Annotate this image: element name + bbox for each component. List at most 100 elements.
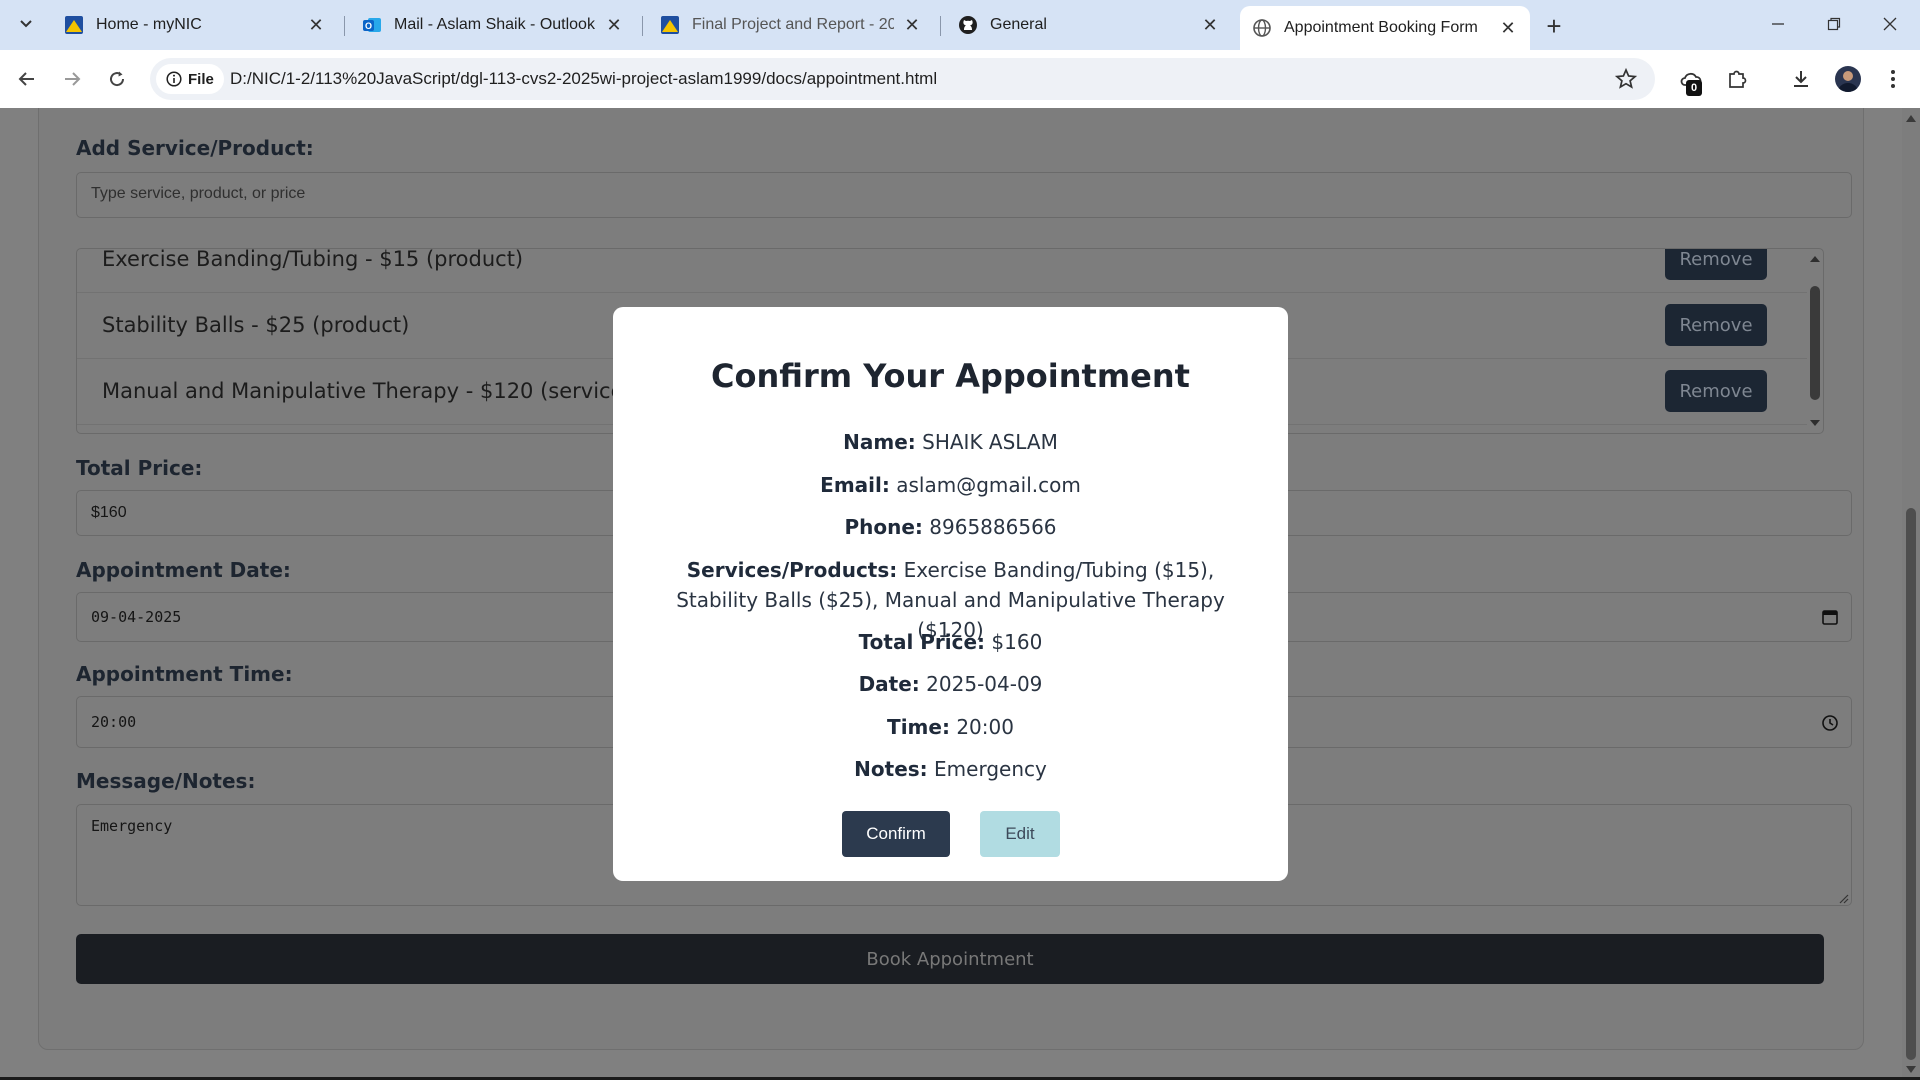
minimize-icon <box>1772 23 1784 25</box>
remove-button[interactable]: Remove <box>1665 304 1767 346</box>
add-service-input[interactable]: Type service, product, or price <box>76 172 1852 218</box>
resize-handle-icon[interactable] <box>1837 891 1849 904</box>
bookmark-star-icon[interactable] <box>1614 67 1638 95</box>
tab-title: Home - myNIC <box>96 16 202 33</box>
modal-title: Confirm Your Appointment <box>711 357 1190 395</box>
close-icon[interactable]: ✕ <box>306 15 326 35</box>
tab-appointment-booking[interactable]: Appointment Booking Form ✕ <box>1240 6 1530 50</box>
modal-phone-line: Phone: 8965886566 <box>643 512 1258 542</box>
close-icon[interactable]: ✕ <box>1498 18 1518 38</box>
outlook-icon: O <box>362 15 382 35</box>
new-tab-button[interactable]: + <box>1538 10 1570 42</box>
edit-button[interactable]: Edit <box>980 811 1060 857</box>
modal-time-line: Time: 20:00 <box>643 712 1258 742</box>
url-text: D:/NIC/1-2/113%20JavaScript/dgl-113-cvs2… <box>230 69 938 88</box>
arrow-right-icon <box>65 72 81 86</box>
add-service-placeholder: Type service, product, or price <box>91 185 306 202</box>
reload-icon <box>110 71 125 87</box>
list-scrollbar[interactable] <box>1806 250 1824 432</box>
field-label: Email: <box>820 473 890 497</box>
clock-icon[interactable] <box>1821 714 1839 732</box>
field-label: Total Price: <box>858 630 986 654</box>
tab-strip: Home - myNIC ✕ O Mail - Aslam Shaik - Ou… <box>0 0 1920 50</box>
address-bar[interactable]: File D:/NIC/1-2/113%20JavaScript/dgl-113… <box>150 58 1655 100</box>
field-value: $160 <box>991 630 1043 654</box>
profile-avatar[interactable] <box>1835 66 1861 92</box>
total-price-label: Total Price: <box>76 456 203 480</box>
field-value: SHAIK ASLAM <box>922 430 1058 454</box>
tab-outlook-mail[interactable]: O Mail - Aslam Shaik - Outlook ✕ <box>350 6 636 44</box>
list-item-text: Manual and Manipulative Therapy - $120 (… <box>102 379 632 403</box>
close-icon[interactable]: ✕ <box>902 15 922 35</box>
tab-title: General <box>990 16 1047 33</box>
close-icon <box>1883 17 1897 31</box>
forward-button[interactable] <box>55 62 89 96</box>
confirm-button[interactable]: Confirm <box>842 811 950 857</box>
mynic-icon <box>660 15 680 35</box>
tab-title: Appointment Booking Form <box>1284 19 1478 36</box>
svg-text:O: O <box>365 21 372 31</box>
field-label: Date: <box>858 672 920 696</box>
notes-value: Emergency <box>91 817 173 835</box>
notes-label: Message/Notes: <box>76 769 256 793</box>
minimize-button[interactable] <box>1750 0 1806 48</box>
modal-notes-line: Notes: Emergency <box>643 754 1258 784</box>
time-value: 20:00 <box>91 713 137 731</box>
modal-date-line: Date: 2025-04-09 <box>643 669 1258 699</box>
site-chip-label: File <box>188 70 214 88</box>
browser-menu-button[interactable] <box>1878 64 1908 94</box>
extensions-button[interactable] <box>1722 64 1752 94</box>
page-scrollbar[interactable] <box>1902 108 1920 1080</box>
field-label: Time: <box>887 715 950 739</box>
close-window-button[interactable] <box>1862 0 1918 48</box>
calendar-icon[interactable] <box>1821 608 1839 626</box>
field-value: 2025-04-09 <box>926 672 1043 696</box>
modal-total-line: Total Price: $160 <box>643 627 1258 657</box>
modal-name-line: Name: SHAIK ASLAM <box>643 427 1258 457</box>
list-item-text: Exercise Banding/Tubing - $15 (product) <box>102 248 524 271</box>
modal-email-line: Email: aslam@gmail.com <box>643 470 1258 500</box>
list-item: Exercise Banding/Tubing - $15 (product) … <box>77 248 1807 293</box>
page-scrollbar-thumb[interactable] <box>1906 508 1916 1060</box>
github-icon <box>958 15 978 35</box>
appointment-time-label: Appointment Time: <box>76 662 293 686</box>
field-value: aslam@gmail.com <box>896 473 1081 497</box>
tab-divider <box>344 16 345 36</box>
more-vertical-icon <box>1891 70 1895 88</box>
back-button[interactable] <box>10 62 44 96</box>
book-appointment-button[interactable]: Book Appointment <box>76 934 1824 984</box>
restore-button[interactable] <box>1806 0 1862 48</box>
close-icon[interactable]: ✕ <box>604 15 624 35</box>
puzzle-icon <box>1729 70 1747 88</box>
field-label: Services/Products: <box>686 558 898 582</box>
reload-button[interactable] <box>100 62 134 96</box>
arrow-left-icon <box>18 72 34 86</box>
tab-search-button[interactable] <box>10 8 42 40</box>
tab-title: Mail - Aslam Shaik - Outlook <box>394 16 595 33</box>
site-info-chip[interactable]: File <box>156 64 224 94</box>
chevron-down-icon <box>20 20 32 28</box>
globe-icon <box>1252 18 1272 38</box>
date-value: 09-04-2025 <box>91 608 182 626</box>
remove-button[interactable]: Remove <box>1665 249 1767 280</box>
remove-button[interactable]: Remove <box>1665 370 1767 412</box>
add-service-label: Add Service/Product: <box>76 136 314 160</box>
downloads-button[interactable] <box>1786 64 1816 94</box>
download-icon <box>1794 71 1808 87</box>
field-label: Name: <box>843 430 916 454</box>
total-price-value: $160 <box>91 504 127 521</box>
close-icon[interactable]: ✕ <box>1200 15 1220 35</box>
tab-final-project[interactable]: Final Project and Report - 2025 ✕ <box>648 6 934 44</box>
extension-badge: 0 <box>1686 80 1702 96</box>
tab-github-general[interactable]: General ✕ <box>946 6 1232 44</box>
tab-home-mynic[interactable]: Home - myNIC ✕ <box>52 6 338 44</box>
browser-toolbar: File D:/NIC/1-2/113%20JavaScript/dgl-113… <box>0 50 1920 108</box>
tab-divider <box>940 16 941 36</box>
info-icon <box>166 71 182 87</box>
tab-title: Final Project and Report - 2025 <box>692 16 894 33</box>
tab-divider <box>642 16 643 36</box>
mynic-icon <box>64 15 84 35</box>
field-value: 20:00 <box>956 715 1014 739</box>
field-value: 8965886566 <box>929 515 1057 539</box>
plus-icon: + <box>1546 10 1562 41</box>
